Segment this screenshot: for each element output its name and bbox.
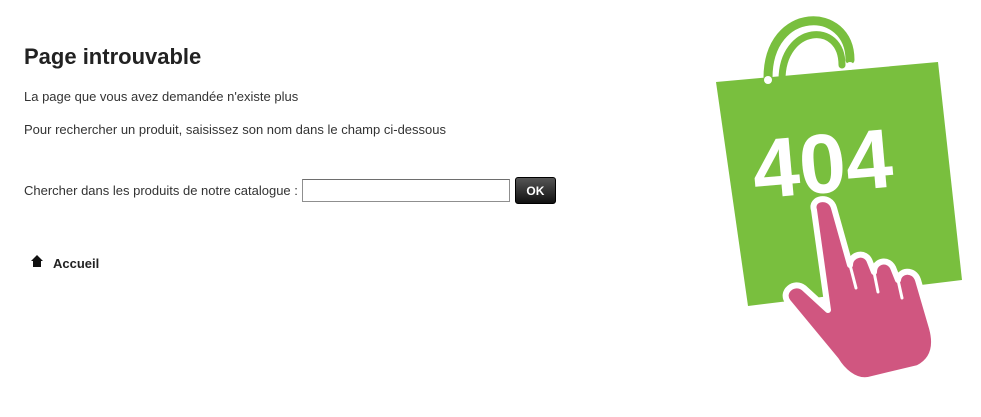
- home-icon: [30, 254, 44, 268]
- page-title: Page introuvable: [24, 44, 202, 69]
- home-link-label: Accueil: [53, 256, 100, 271]
- search-hint-message: Pour rechercher un produit, saisissez so…: [24, 122, 446, 137]
- home-link[interactable]: Accueil: [30, 254, 100, 271]
- search-label: Chercher dans les produits de notre cata…: [24, 183, 298, 198]
- catalog-search-form: Chercher dans les produits de notre cata…: [24, 177, 556, 204]
- search-input[interactable]: [301, 179, 510, 202]
- 404-illustration: 404: [716, 16, 962, 380]
- search-ok-button[interactable]: OK: [514, 177, 556, 204]
- not-found-message: La page que vous avez demandée n'existe …: [24, 89, 299, 104]
- page-not-found: Page introuvable La page que vous avez d…: [0, 0, 981, 417]
